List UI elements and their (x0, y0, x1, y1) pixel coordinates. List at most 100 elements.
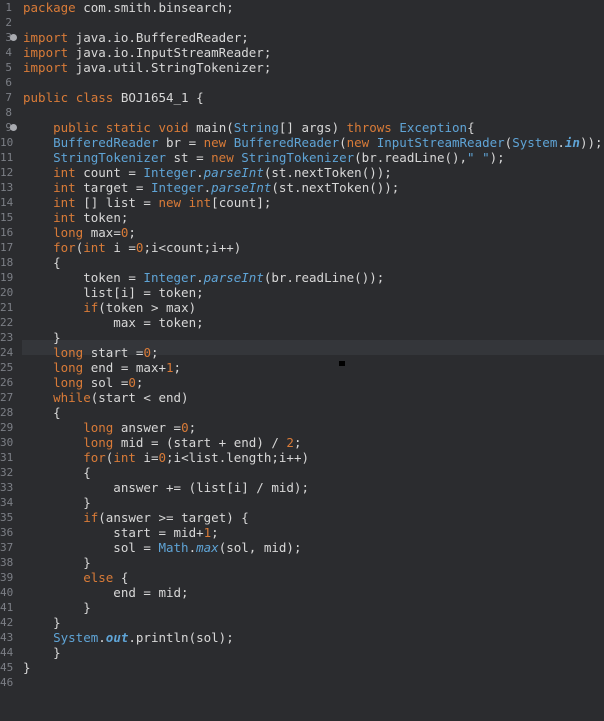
code-line[interactable]: 11 StringTokenizer st = new StringTokeni… (0, 150, 604, 165)
line-number: 35 (0, 511, 14, 524)
line-number: 7 (5, 91, 12, 104)
line-number: 27 (0, 391, 14, 404)
line-number: 37 (0, 541, 14, 554)
code-editor[interactable]: 1 package com.smith.binsearch; 2 3 import ja… (0, 0, 604, 721)
code-line[interactable]: 7 public class BOJ1654_1 { (0, 90, 604, 105)
code-text: while(start < end) (53, 390, 189, 405)
code-text: public static void main(String[] args) t… (53, 120, 475, 135)
line-number: 25 (0, 361, 14, 374)
code-text: for(int i=0;i<list.length;i++) (83, 450, 310, 465)
code-line[interactable]: 45} (0, 660, 604, 675)
code-line[interactable]: 25 long end = max+1; (0, 360, 604, 375)
code-line[interactable]: 40 end = mid; (0, 585, 604, 600)
code-line[interactable]: 33 answer += (list[i] / mid); (0, 480, 604, 495)
line-number: 16 (0, 226, 14, 239)
code-line[interactable]: 20 list[i] = token; (0, 285, 604, 300)
code-line[interactable]: 2 (0, 15, 604, 30)
line-number: 15 (0, 211, 14, 224)
line-number: 13 (0, 181, 14, 194)
code-line[interactable]: 39 else { (0, 570, 604, 585)
code-text: import java.util.StringTokenizer; (23, 60, 272, 75)
code-line[interactable]: 6 (0, 75, 604, 90)
code-text: long answer =0; (83, 420, 197, 435)
code-text: { (23, 405, 61, 420)
code-text: list[i] = token; (23, 285, 204, 300)
code-line[interactable]: 18 { (0, 255, 604, 270)
code-line[interactable]: 24 long start =0; (0, 345, 604, 360)
line-number: 29 (0, 421, 14, 434)
code-line[interactable]: 35 if(answer >= target) { (0, 510, 604, 525)
code-line[interactable]: 12 int count = Integer.parseInt(st.nextT… (0, 165, 604, 180)
code-line[interactable]: 22 max = token; (0, 315, 604, 330)
code-text: int count = Integer.parseInt(st.nextToke… (53, 165, 392, 180)
code-line[interactable]: 27 while(start < end) (0, 390, 604, 405)
line-number: 39 (0, 571, 14, 584)
code-line[interactable]: 9 public static void main(String[] args)… (0, 120, 604, 135)
code-line[interactable]: 37 sol = Math.max(sol, mid); (0, 540, 604, 555)
code-line[interactable]: 1 package com.smith.binsearch; (0, 0, 604, 15)
line-number: 32 (0, 466, 14, 479)
line-number: 34 (0, 496, 14, 509)
code-line[interactable]: 41 } (0, 600, 604, 615)
line-number: 38 (0, 556, 14, 569)
code-text: } (23, 330, 61, 345)
line-number: 23 (0, 331, 14, 344)
code-line[interactable]: 30 long mid = (start + end) / 2; (0, 435, 604, 450)
code-line[interactable]: 5 import java.util.StringTokenizer; (0, 60, 604, 75)
line-number: 33 (0, 481, 14, 494)
code-line[interactable]: 38 } (0, 555, 604, 570)
fold-toggle-icon[interactable] (10, 34, 17, 41)
code-line[interactable]: 46 (0, 675, 604, 690)
text-cursor (339, 361, 345, 366)
code-line[interactable]: 19 token = Integer.parseInt(br.readLine(… (0, 270, 604, 285)
code-text: start = mid+1; (23, 525, 219, 540)
code-text: } (23, 555, 91, 570)
code-line[interactable]: 28 { (0, 405, 604, 420)
code-line[interactable]: 31 for(int i=0;i<list.length;i++) (0, 450, 604, 465)
code-text: import java.io.BufferedReader; (23, 30, 249, 45)
code-text: for(int i =0;i<count;i++) (53, 240, 242, 255)
code-text: { (23, 465, 91, 480)
code-line[interactable]: 21 if(token > max) (0, 300, 604, 315)
code-text: } (23, 495, 91, 510)
code-text: } (23, 645, 61, 660)
line-number: 8 (5, 106, 12, 119)
code-text: System.out.println(sol); (53, 630, 234, 645)
code-line[interactable]: 29 long answer =0; (0, 420, 604, 435)
code-line[interactable]: 15 int token; (0, 210, 604, 225)
code-text: } (23, 660, 31, 675)
code-line[interactable]: 36 start = mid+1; (0, 525, 604, 540)
code-line[interactable]: 43 System.out.println(sol); (0, 630, 604, 645)
line-number: 22 (0, 316, 14, 329)
code-line[interactable]: 3 import java.io.BufferedReader; (0, 30, 604, 45)
line-number: 5 (5, 61, 12, 74)
line-number: 31 (0, 451, 14, 464)
code-line[interactable]: 8 (0, 105, 604, 120)
code-line[interactable]: 13 int target = Integer.parseInt(st.next… (0, 180, 604, 195)
line-number: 44 (0, 646, 14, 659)
code-text: int token; (53, 210, 129, 225)
code-text: public class BOJ1654_1 { (23, 90, 204, 105)
code-text: long start =0; (53, 345, 159, 360)
code-line[interactable]: 42 } (0, 615, 604, 630)
code-text: } (23, 615, 61, 630)
line-number: 10 (0, 136, 14, 149)
code-line[interactable]: 16 long max=0; (0, 225, 604, 240)
code-line[interactable]: 34 } (0, 495, 604, 510)
line-number: 28 (0, 406, 14, 419)
code-line[interactable]: 32 { (0, 465, 604, 480)
code-line[interactable]: 17 for(int i =0;i<count;i++) (0, 240, 604, 255)
line-number: 26 (0, 376, 14, 389)
code-line[interactable]: 14 int [] list = new int[count]; (0, 195, 604, 210)
code-text: answer += (list[i] / mid); (23, 480, 309, 495)
line-number: 14 (0, 196, 14, 209)
line-number: 4 (5, 46, 12, 59)
code-line[interactable]: 23 } (0, 330, 604, 345)
fold-toggle-icon[interactable] (10, 124, 17, 131)
code-line[interactable]: 44 } (0, 645, 604, 660)
code-text: sol = Math.max(sol, mid); (23, 540, 302, 555)
code-line[interactable]: 4 import java.io.InputStreamReader; (0, 45, 604, 60)
code-line[interactable]: 10 BufferedReader br = new BufferedReade… (0, 135, 604, 150)
code-line[interactable]: 26 long sol =0; (0, 375, 604, 390)
line-number: 2 (5, 16, 12, 29)
